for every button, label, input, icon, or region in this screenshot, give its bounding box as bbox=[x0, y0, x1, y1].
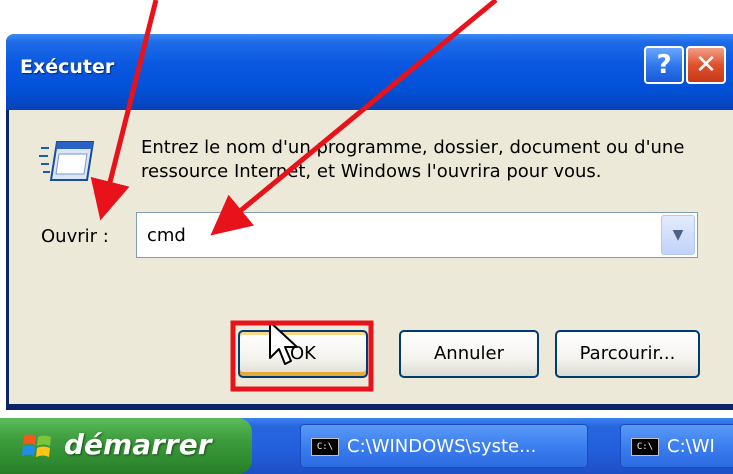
taskbar-item-cmd-2[interactable]: C:\ C:\WI bbox=[620, 424, 733, 468]
console-icon: C:\ bbox=[311, 438, 339, 456]
mouse-cursor-icon bbox=[269, 321, 298, 365]
open-label: Ouvrir : bbox=[41, 226, 109, 247]
help-button[interactable]: ? bbox=[644, 46, 684, 84]
taskbar-item-cmd-1[interactable]: C:\ C:\WINDOWS\syste... bbox=[300, 424, 588, 468]
run-dialog: Exécuter ? ✕ Entrez le nom d'un programm… bbox=[6, 34, 733, 410]
close-button[interactable]: ✕ bbox=[686, 46, 726, 84]
open-input[interactable]: cmd bbox=[147, 225, 186, 246]
open-combobox[interactable]: cmd ▼ bbox=[136, 212, 698, 258]
windows-logo-icon bbox=[22, 434, 51, 457]
taskbar: démarrer C:\ C:\WINDOWS\syste... C:\ C:\… bbox=[0, 418, 733, 474]
start-label: démarrer bbox=[64, 428, 212, 461]
description-line-2: ressource Internet, et Windows l'ouvrira… bbox=[141, 161, 602, 182]
browse-button[interactable]: Parcourir... bbox=[555, 330, 700, 378]
run-program-icon bbox=[39, 141, 95, 181]
title-bar[interactable]: Exécuter ? ✕ bbox=[6, 34, 733, 110]
ok-button[interactable]: OK bbox=[238, 330, 368, 378]
dialog-body: Entrez le nom d'un programme, dossier, d… bbox=[9, 110, 733, 404]
taskbar-item-label: C:\WINDOWS\syste... bbox=[347, 436, 537, 457]
description-line-1: Entrez le nom d'un programme, dossier, d… bbox=[141, 137, 685, 158]
description-text: Entrez le nom d'un programme, dossier, d… bbox=[141, 136, 733, 184]
start-button[interactable]: démarrer bbox=[0, 418, 252, 474]
cancel-button[interactable]: Annuler bbox=[399, 330, 539, 378]
chevron-down-icon[interactable]: ▼ bbox=[661, 215, 695, 255]
console-icon: C:\ bbox=[631, 438, 659, 456]
taskbar-item-label: C:\WI bbox=[667, 436, 715, 457]
dialog-title: Exécuter bbox=[20, 56, 115, 78]
